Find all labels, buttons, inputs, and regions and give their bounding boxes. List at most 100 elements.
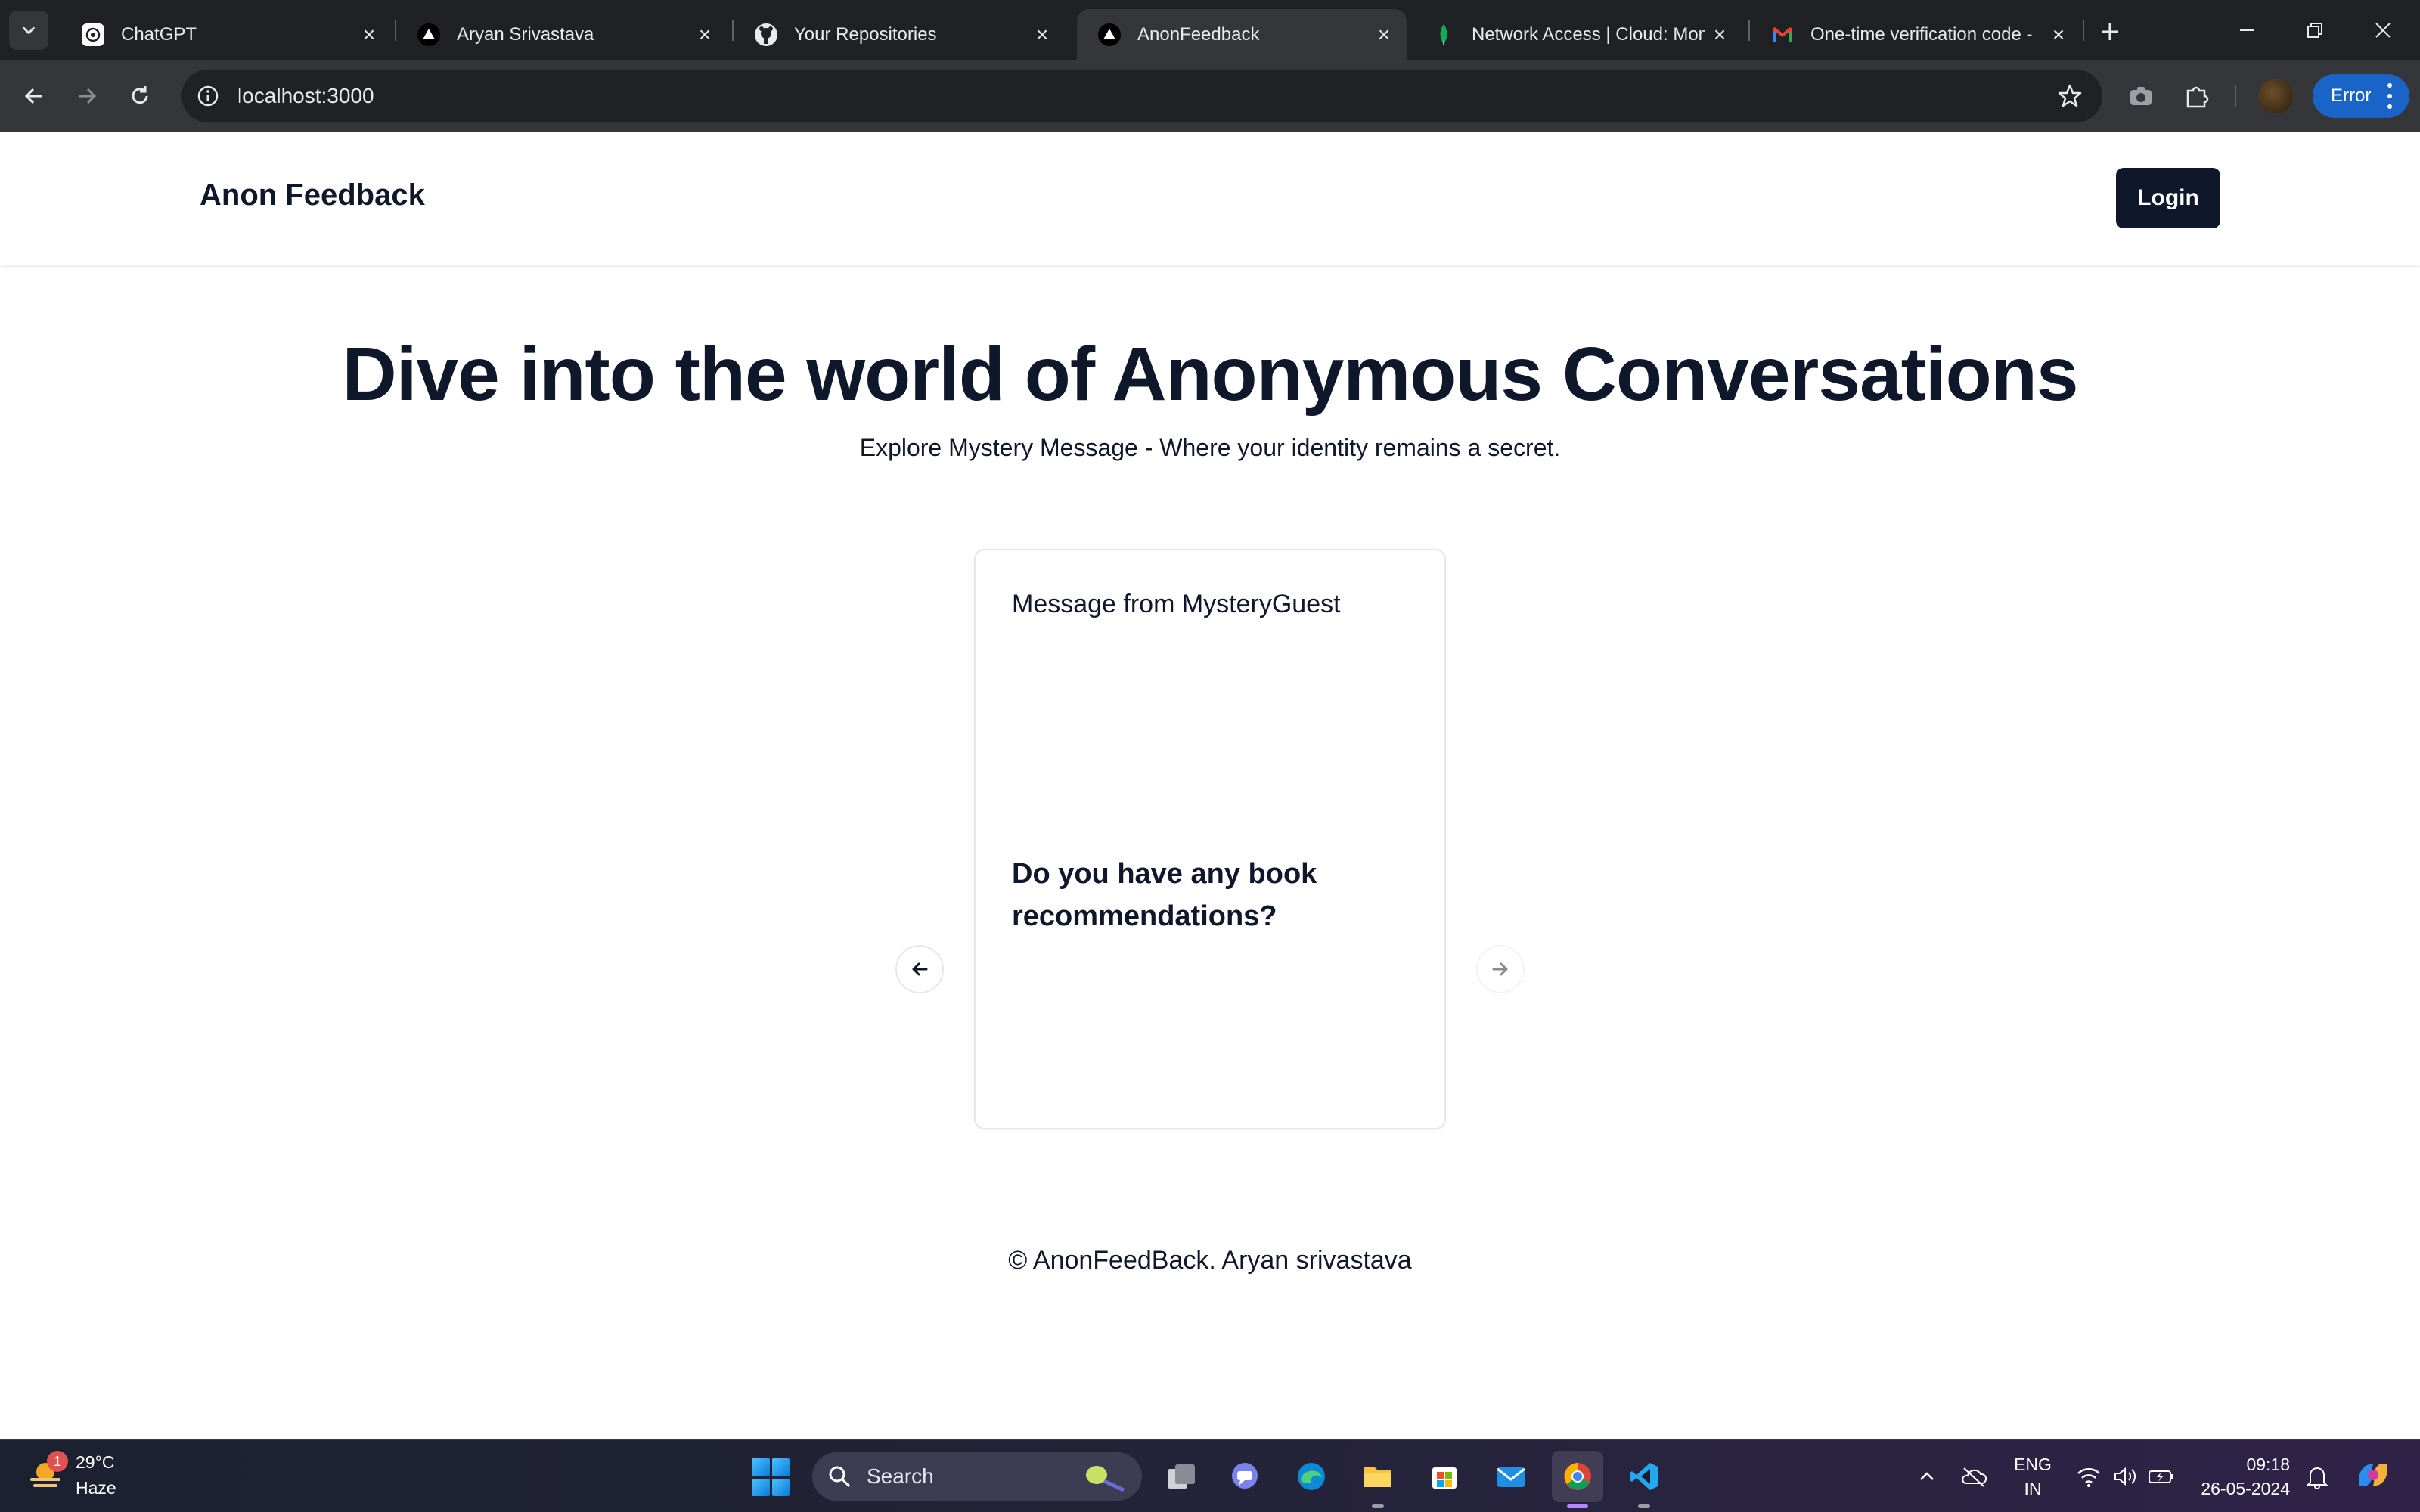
tab-separator (2083, 20, 2084, 41)
running-indicator (1638, 1504, 1650, 1508)
web-page: Anon Feedback Login Dive into the world … (0, 132, 2420, 1439)
chrome-browser-icon[interactable] (1552, 1451, 1603, 1508)
tab-title: AnonFeedback (1137, 24, 1260, 45)
profile-error-label: Error (2331, 85, 2372, 106)
teams-chat-icon[interactable] (1219, 1451, 1270, 1502)
search-icon (826, 1463, 853, 1490)
region-code: IN (2024, 1479, 2042, 1498)
browser-toolbar: localhost:3000 Error (0, 60, 2420, 132)
restore-button[interactable] (2281, 0, 2349, 60)
battery-charging-icon[interactable] (2146, 1461, 2176, 1492)
hero-subtitle: Explore Mystery Message - Where your ide… (859, 434, 1561, 461)
address-bar[interactable]: localhost:3000 (182, 70, 2102, 122)
language-code: ENG (2014, 1455, 2052, 1474)
close-icon[interactable]: × (690, 20, 720, 50)
tennis-racket-icon (1086, 1466, 1125, 1492)
vercel-triangle-icon (416, 22, 442, 48)
restore-icon (2307, 23, 2322, 38)
mongodb-leaf-icon (1431, 22, 1457, 48)
site-brand[interactable]: Anon Feedback (200, 178, 425, 212)
tab-search-button[interactable] (9, 11, 48, 50)
arrow-left-icon (24, 88, 42, 104)
input-language-indicator[interactable]: ENG IN (2003, 1452, 2063, 1501)
close-icon (2375, 23, 2391, 38)
site-footer: © AnonFeedBack. Aryan srivastava (1008, 1246, 1412, 1275)
site-info-icon[interactable] (189, 77, 227, 115)
file-explorer-icon[interactable] (1352, 1451, 1404, 1508)
toolbar-separator (2235, 85, 2236, 107)
url-text[interactable]: localhost:3000 (237, 70, 374, 122)
system-clock[interactable]: 09:18 26-05-2024 (2192, 1452, 2290, 1501)
site-header: Anon Feedback Login (0, 132, 2420, 265)
clock-time: 09:18 (2246, 1455, 2290, 1474)
weather-temperature[interactable]: 29°C (76, 1452, 114, 1473)
close-window-button[interactable] (2349, 0, 2417, 60)
search-placeholder: Search (867, 1464, 934, 1488)
hero-title: Dive into the world of Anonymous Convers… (342, 332, 2079, 417)
onedrive-offline-icon[interactable] (1959, 1461, 1989, 1492)
arrow-right-icon (1492, 962, 1508, 976)
tab-title: ChatGPT (121, 24, 197, 45)
screenshot-camera-icon[interactable] (2122, 77, 2160, 115)
gmail-icon (1770, 22, 1795, 48)
notification-badge: 1 (47, 1451, 68, 1472)
edge-browser-icon[interactable] (1286, 1451, 1337, 1502)
windows-taskbar: 1 29°C Haze Search ENG IN 09:18 26-05-20… (0, 1439, 2420, 1512)
minimize-button[interactable] (2213, 0, 2281, 60)
new-tab-button[interactable] (2092, 14, 2128, 50)
clock-date: 26-05-2024 (2201, 1479, 2290, 1498)
close-icon[interactable]: × (354, 20, 384, 50)
vscode-icon[interactable] (1618, 1451, 1670, 1508)
notification-bell-icon[interactable] (2302, 1461, 2332, 1492)
chatgpt-icon (80, 22, 106, 48)
tab-title: One-time verification code - (1810, 24, 2033, 45)
browser-tab-verification-code[interactable]: One-time verification code - × (1750, 9, 2081, 60)
vercel-triangle-icon (1097, 22, 1122, 48)
wifi-icon[interactable] (2074, 1461, 2104, 1492)
arrow-right-icon (79, 88, 97, 104)
chevron-down-icon (23, 26, 35, 35)
reload-icon (132, 86, 148, 104)
chevron-up-icon[interactable] (1912, 1461, 1942, 1492)
minimize-icon (2240, 29, 2254, 31)
close-icon[interactable]: × (1705, 20, 1735, 50)
tab-title: Network Access | Cloud: Mon (1472, 24, 1705, 45)
browser-tab-anonfeedback[interactable]: AnonFeedback × (1077, 9, 1407, 60)
tab-title: Your Repositories (794, 24, 937, 45)
browser-tab-strip: ChatGPT × Aryan Srivastava × Your Reposi… (0, 0, 2420, 60)
carousel-previous-button[interactable] (895, 945, 944, 993)
running-indicator (1567, 1504, 1588, 1508)
login-button[interactable]: Login (2116, 168, 2220, 228)
reload-button[interactable] (121, 77, 159, 115)
close-icon[interactable]: × (1027, 20, 1057, 50)
card-title: Message from MysteryGuest (1012, 590, 1341, 618)
browser-tab-chatgpt[interactable]: ChatGPT × (60, 9, 392, 60)
profile-error-button[interactable]: Error (2313, 74, 2409, 118)
volume-icon[interactable] (2110, 1461, 2140, 1492)
arrow-left-icon (912, 962, 928, 976)
profile-avatar[interactable] (2258, 79, 2293, 113)
taskbar-search-box[interactable]: Search (812, 1452, 1142, 1501)
forward-button[interactable] (68, 77, 106, 115)
tab-title: Aryan Srivastava (457, 24, 594, 45)
copilot-icon[interactable] (2352, 1457, 2394, 1493)
microsoft-store-icon[interactable] (1419, 1451, 1470, 1502)
carousel-next-button[interactable] (1476, 945, 1525, 993)
mail-icon[interactable] (1485, 1451, 1537, 1502)
browser-tab-your-repositories[interactable]: Your Repositories × (734, 9, 1065, 60)
windows-start-icon[interactable] (752, 1458, 790, 1496)
github-icon (753, 22, 779, 48)
weather-condition[interactable]: Haze (76, 1478, 116, 1498)
extensions-puzzle-icon[interactable] (2178, 77, 2216, 115)
running-indicator (1372, 1504, 1384, 1508)
back-button[interactable] (15, 77, 53, 115)
card-message: Do you have any book recommendations? (1012, 858, 1317, 932)
bookmark-star-icon[interactable] (2052, 79, 2087, 113)
task-view-icon[interactable] (1156, 1451, 1207, 1502)
more-vertical-icon (2382, 83, 2397, 109)
close-icon[interactable]: × (1369, 20, 1399, 50)
plus-icon (2102, 23, 2118, 40)
browser-tab-network-access[interactable]: Network Access | Cloud: Mon × (1411, 9, 1742, 60)
close-icon[interactable]: × (2043, 20, 2074, 50)
browser-tab-aryan-srivastava[interactable]: Aryan Srivastava × (396, 9, 728, 60)
